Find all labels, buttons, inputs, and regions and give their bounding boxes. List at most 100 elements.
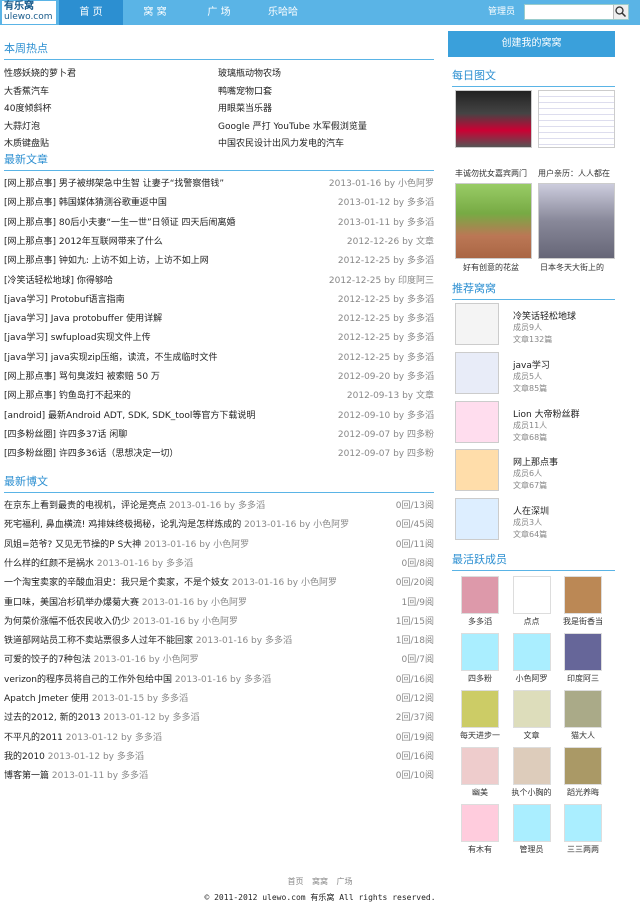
blog-row[interactable]: 博客第一篇 2013-01-11 by 多多滔 0回/10阅 — [4, 768, 434, 784]
footer-link-home[interactable]: 首页 — [287, 877, 303, 886]
member-avatar[interactable] — [461, 633, 499, 671]
member-name[interactable]: 三三两两 — [562, 844, 604, 855]
member-name[interactable]: 幽美 — [459, 787, 501, 798]
wowo-item[interactable]: 网上那点事 成员6人 文章67篇 — [455, 449, 620, 493]
blog-title[interactable]: 过去的2012, 新的2013 — [4, 713, 101, 723]
footer-link-wowo[interactable]: 窝窝 — [312, 877, 328, 886]
article-title[interactable]: [网上那点事] 钓鱼岛打不起来的 — [4, 388, 131, 401]
blog-title[interactable]: 什么样的红颜不是祸水 — [4, 559, 94, 569]
member-name[interactable]: 每天进步一 — [459, 730, 501, 741]
member-name[interactable]: 四多粉 — [459, 673, 501, 684]
article-row[interactable]: [网上那点事] 钟如九: 上访不如上访，上访不如上网 2012-12-25 by … — [4, 253, 434, 269]
user-link[interactable]: 管理员 — [488, 0, 515, 25]
blog-title[interactable]: 为何菜价涨幅不低农民收入仍少 — [4, 617, 130, 627]
member-name[interactable]: 点点 — [511, 616, 553, 627]
wowo-avatar-icon[interactable] — [455, 449, 499, 492]
blog-row[interactable]: 为何菜价涨幅不低农民收入仍少 2013-01-16 by 小色阿罗 1回/15阅 — [4, 614, 434, 630]
article-title[interactable]: [网上那点事] 钟如九: 上访不如上访，上访不如上网 — [4, 253, 209, 266]
member-avatar[interactable] — [512, 747, 551, 785]
article-title[interactable]: [android] 最新Android ADT, SDK, SDK_tool等官… — [4, 408, 255, 421]
blog-row[interactable]: 死宅福利, 鼻血横流! 鸡排妹终极揭秘，论乳沟是怎样炼成的 2013-01-16… — [4, 517, 434, 533]
member-name[interactable]: 执个小胸的 — [511, 787, 553, 798]
member-name[interactable]: 印度阿三 — [562, 673, 604, 684]
member-item[interactable]: 幽美 — [459, 747, 501, 799]
blog-title[interactable]: 凤姐=范爷? 又见无节操的P S大神 — [4, 540, 141, 550]
member-item[interactable]: 印度阿三 — [562, 633, 604, 685]
wowo-name[interactable]: Lion 大帝粉丝群 — [513, 407, 580, 420]
member-avatar[interactable] — [461, 747, 499, 785]
wowo-avatar-icon[interactable] — [455, 498, 499, 541]
blog-title[interactable]: verizon的程序员将自己的工作外包给中国 — [4, 675, 172, 685]
blog-title[interactable]: 铁道部网站员工称不卖站票很多人过年不能回家 — [4, 636, 193, 646]
member-avatar[interactable] — [461, 690, 499, 728]
nav-lehaha[interactable]: 乐哈哈 — [251, 0, 315, 25]
hot-item[interactable]: 玻璃瓶动物农场 — [218, 66, 281, 79]
daily-caption-4[interactable]: 日本冬天大街上的 — [540, 262, 618, 273]
create-wowo-button[interactable]: 创建我的窝窝 — [448, 31, 615, 57]
article-row[interactable]: [网上那点事] 钓鱼岛打不起来的 2012-09-13 by 文章 — [4, 388, 434, 404]
blog-row[interactable]: Apatch Jmeter 使用 2013-01-15 by 多多滔 0回/12阅 — [4, 691, 434, 707]
article-row[interactable]: [网上那点事] 骂句臭泼妇 被索赔 50 万 2012-09-20 by 多多滔 — [4, 369, 434, 385]
hot-item[interactable]: 鸭嘴宠物口套 — [218, 84, 272, 97]
blog-row[interactable]: 我的2010 2013-01-12 by 多多滔 0回/16阅 — [4, 749, 434, 765]
member-name[interactable]: 蹈光养晦 — [562, 787, 604, 798]
search-input[interactable] — [525, 5, 613, 19]
member-name[interactable]: 小色阿罗 — [511, 673, 553, 684]
daily-image-1[interactable] — [455, 90, 532, 148]
article-row[interactable]: [网上那点事] 韩国媒体猜测谷歌重返中国 2013-01-12 by 多多滔 — [4, 195, 434, 211]
nav-home[interactable]: 首 页 — [59, 0, 123, 25]
member-name[interactable]: 管理员 — [511, 844, 553, 855]
blog-title[interactable]: Apatch Jmeter 使用 — [4, 694, 89, 704]
hot-item[interactable]: 性感妖娆的萝卜君 — [4, 66, 76, 79]
wowo-name[interactable]: 人在深圳 — [513, 504, 549, 517]
wowo-item[interactable]: Lion 大帝粉丝群 成员11人 文章68篇 — [455, 400, 620, 445]
article-title[interactable]: [网上那点事] 骂句臭泼妇 被索赔 50 万 — [4, 369, 160, 382]
member-avatar[interactable] — [512, 633, 551, 671]
article-title[interactable]: [java学习] Java protobuffer 使用详解 — [4, 311, 162, 324]
blog-row[interactable]: 铁道部网站员工称不卖站票很多人过年不能回家 2013-01-16 by 多多滔 1… — [4, 633, 434, 649]
member-avatar[interactable] — [564, 804, 602, 842]
member-item[interactable]: 蹈光养晦 — [562, 747, 604, 799]
article-row[interactable]: [网上那点事] 男子被绑架急中生智 让妻子“找警察借钱” 2013-01-16 b… — [4, 176, 434, 192]
article-row[interactable]: [java学习] Protobuf语言指南 2012-12-25 by 多多滔 — [4, 292, 434, 308]
member-item[interactable]: 管理员 — [511, 804, 553, 856]
article-title[interactable]: [四多粉丝圈] 许四多36话（思想决定一切） — [4, 446, 178, 459]
hot-item[interactable]: 40度倾斜杯 — [4, 101, 51, 114]
blog-row[interactable]: 什么样的红颜不是祸水 2013-01-16 by 多多滔 0回/8阅 — [4, 556, 434, 572]
blog-row[interactable]: 凤姐=范爷? 又见无节操的P S大神 2013-01-16 by 小色阿罗 0回/… — [4, 537, 434, 553]
footer-link-square[interactable]: 广场 — [337, 877, 353, 886]
article-row[interactable]: [java学习] Java protobuffer 使用详解 2012-12-25… — [4, 311, 434, 327]
daily-caption-3[interactable]: 好有创意的花盆 — [463, 262, 533, 273]
wowo-item[interactable]: 冷笑话轻松地球 成员9人 文章132篇 — [455, 303, 620, 347]
wowo-name[interactable]: 网上那点事 — [513, 455, 558, 468]
member-item[interactable]: 执个小胸的 — [511, 747, 553, 799]
member-avatar[interactable] — [564, 690, 602, 728]
article-title[interactable]: [网上那点事] 韩国媒体猜测谷歌重返中国 — [4, 195, 167, 208]
blog-row[interactable]: verizon的程序员将自己的工作外包给中国 2013-01-16 by 多多滔… — [4, 672, 434, 688]
article-title[interactable]: [网上那点事] 2012年互联网带来了什么 — [4, 234, 163, 247]
blog-row[interactable]: 一个淘宝卖家的辛酸血泪史：我只是个卖家，不是个妓女 2013-01-16 by … — [4, 575, 434, 591]
site-logo[interactable]: 有乐窝 ulewo.com — [2, 1, 56, 24]
blog-title[interactable]: 博客第一篇 — [4, 771, 49, 781]
search-button[interactable] — [613, 5, 628, 19]
wowo-avatar-icon[interactable] — [455, 400, 499, 443]
hot-item[interactable]: 大香蕉汽车 — [4, 84, 49, 97]
article-title[interactable]: [四多粉丝圈] 许四多37话 闲聊 — [4, 427, 127, 440]
wowo-name[interactable]: 冷笑话轻松地球 — [513, 309, 576, 322]
member-item[interactable]: 三三两两 — [562, 804, 604, 856]
blog-row[interactable]: 不平凡的2011 2013-01-12 by 多多滔 0回/19阅 — [4, 730, 434, 746]
wowo-item[interactable]: java学习 成员5人 文章85篇 — [455, 351, 620, 396]
article-title[interactable]: [冷笑话轻松地球] 你得够哈 — [4, 273, 113, 286]
daily-caption-2[interactable]: 用户亲历：人人都在 — [538, 168, 618, 179]
member-name[interactable]: 我是街香当 — [562, 616, 604, 627]
member-name[interactable]: 有木有 — [459, 844, 501, 855]
member-name[interactable]: 多多滔 — [459, 616, 501, 627]
blog-title[interactable]: 死宅福利, 鼻血横流! 鸡排妹终极揭秘，论乳沟是怎样炼成的 — [4, 520, 241, 530]
blog-title[interactable]: 在京东上看到最贵的电视机，评论是亮点 — [4, 501, 166, 511]
blog-row[interactable]: 可爱的饺子的7种包法 2013-01-16 by 小色阿罗 0回/7阅 — [4, 652, 434, 668]
article-row[interactable]: [四多粉丝圈] 许四多36话（思想决定一切） 2012-09-07 by 四多粉 — [4, 446, 434, 462]
article-row[interactable]: [四多粉丝圈] 许四多37话 闲聊 2012-09-07 by 四多粉 — [4, 427, 434, 443]
blog-title[interactable]: 一个淘宝卖家的辛酸血泪史：我只是个卖家，不是个妓女 — [4, 578, 229, 588]
member-item[interactable]: 多多滔 — [459, 576, 501, 628]
member-avatar[interactable] — [461, 576, 499, 614]
